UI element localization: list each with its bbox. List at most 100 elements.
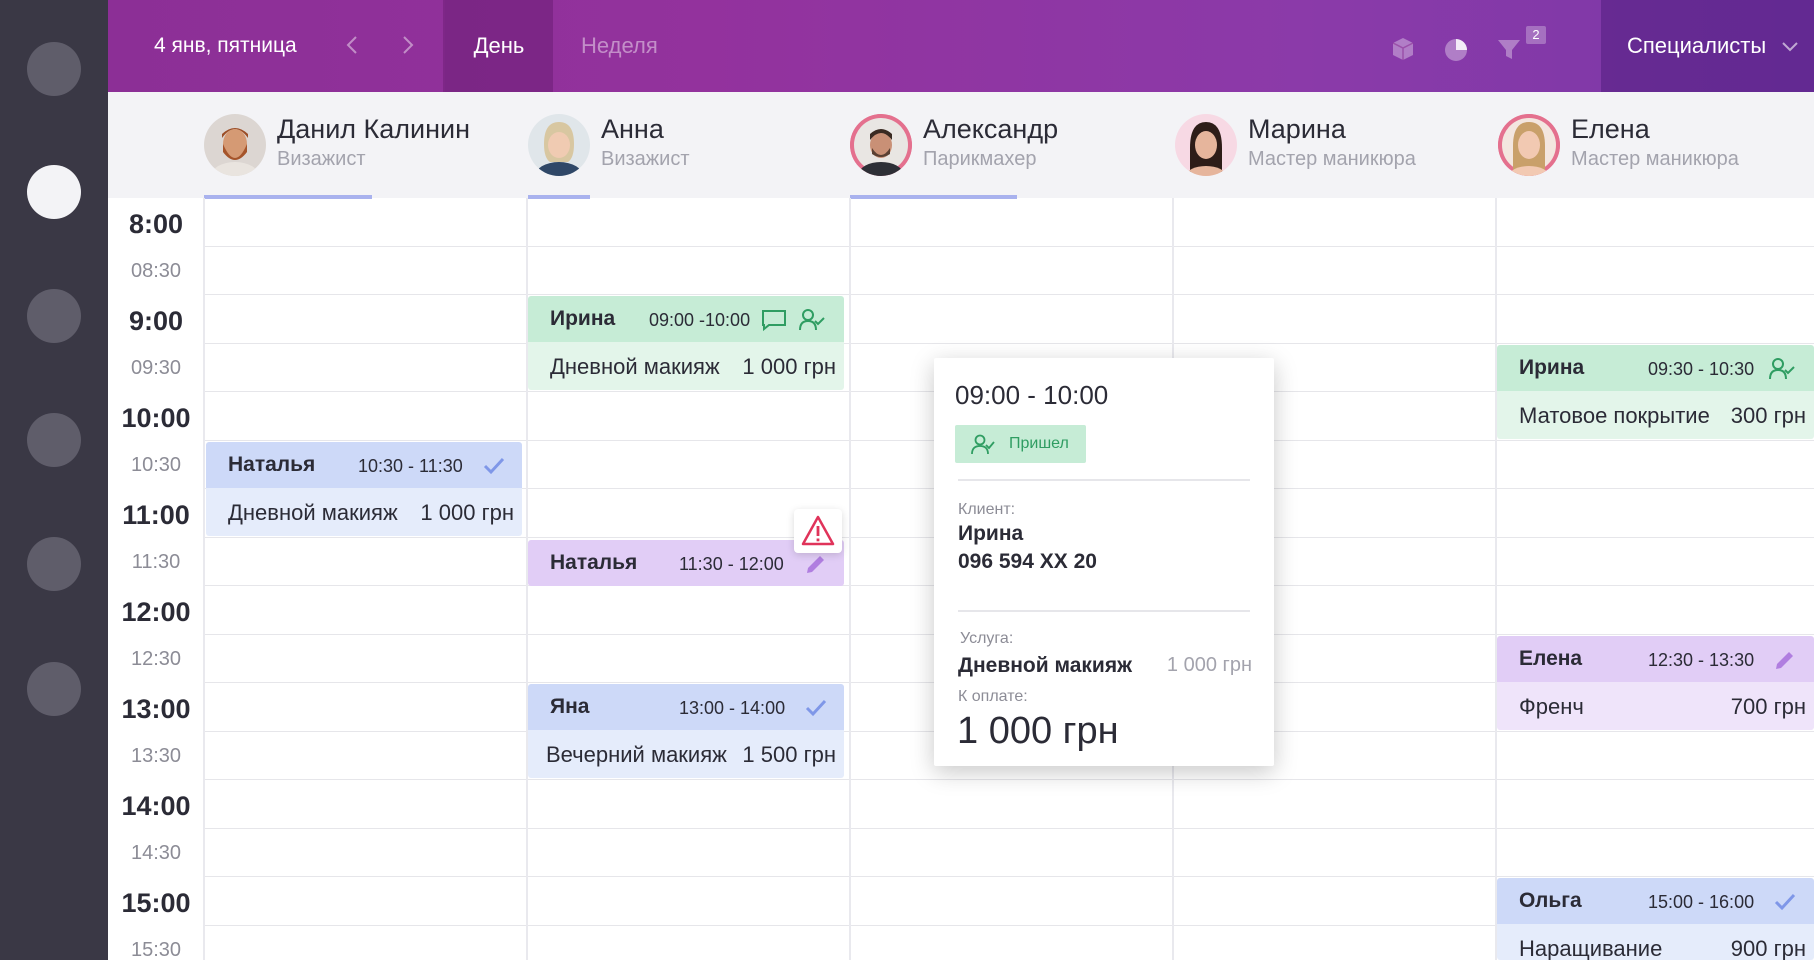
specialist-role: Визажист — [277, 148, 366, 170]
appointment-time: 11:30 - 12:00 — [679, 554, 784, 574]
client-name: Ольга — [1519, 889, 1582, 912]
avatar — [204, 114, 266, 176]
service-name: Вечерний макияж — [546, 742, 727, 767]
time-label: 15:00 — [121, 888, 191, 918]
appointment-card[interactable]: Ирина 09:00 -10:00 Дневной макияж 1 000 … — [528, 296, 844, 390]
rail-nav-item-6[interactable] — [27, 662, 81, 716]
side-rail — [0, 0, 108, 960]
next-day-chevron-right-icon[interactable] — [392, 30, 422, 60]
service-price: 700 грн — [1730, 694, 1806, 719]
time-label: 09:30 — [130, 357, 182, 379]
checkmark-icon — [480, 452, 508, 480]
specialist-card-marina[interactable]: Марина Мастер маникюра — [1175, 92, 1495, 198]
time-label: 13:30 — [130, 745, 182, 767]
edit-pencil-icon[interactable] — [1771, 646, 1799, 674]
specialists-dropdown[interactable]: Специалисты — [1601, 0, 1814, 92]
appointment-body: Вечерний макияж 1 500 грн — [528, 730, 844, 778]
appointment-body: Наращивание 900 грн — [1497, 924, 1814, 960]
grid-line — [204, 779, 1814, 780]
specialist-card-anna[interactable]: Анна Визажист — [528, 92, 848, 198]
appointment-card[interactable]: Ирина 09:30 - 10:30 Матовое покрытие 300… — [1497, 345, 1814, 439]
service-price: 1 500 грн — [742, 742, 836, 767]
specialist-card-danil[interactable]: Данил Калинин Визажист — [204, 92, 524, 198]
tab-week[interactable]: Неделя — [581, 0, 658, 92]
appointment-header: Наталья 10:30 - 11:30 — [206, 442, 522, 488]
comment-icon[interactable] — [760, 306, 788, 334]
time-label: 13:00 — [121, 694, 191, 724]
time-label: 12:30 — [130, 648, 182, 670]
specialist-name: Марина — [1248, 114, 1346, 144]
rail-nav-item-calendar[interactable] — [27, 165, 81, 219]
appointment-header: Ирина 09:00 -10:00 — [528, 296, 844, 342]
service-name: Наращивание — [1519, 936, 1663, 960]
current-date: 4 янв, пятница — [154, 34, 297, 57]
status-label: Пришел — [1009, 435, 1069, 452]
specialist-role: Мастер маникюра — [1571, 148, 1739, 170]
client-arrived-icon — [798, 306, 826, 334]
filter-icon[interactable] — [1494, 34, 1524, 64]
grid-line — [204, 876, 1814, 877]
appointment-card[interactable]: Наталья 10:30 - 11:30 Дневной макияж 1 0… — [206, 442, 522, 536]
appointment-header: Яна 13:00 - 14:00 — [528, 684, 844, 730]
checkmark-icon — [802, 694, 830, 722]
appointment-header: Елена 12:30 - 13:30 — [1497, 636, 1814, 682]
payment-label: К оплате: — [958, 688, 1028, 705]
appointment-body: Матовое покрытие 300 грн — [1497, 391, 1814, 439]
appointment-time: 12:30 - 13:30 — [1648, 650, 1755, 670]
rail-nav-item-4[interactable] — [27, 413, 81, 467]
rail-nav-item-3[interactable] — [27, 289, 81, 343]
status-badge[interactable]: Пришел — [955, 425, 1086, 463]
divider — [958, 479, 1250, 481]
client-name: Яна — [550, 695, 590, 718]
grid-line — [204, 343, 1814, 344]
client-label: Клиент: — [958, 501, 1016, 518]
time-label: 15:30 — [130, 939, 182, 960]
tab-day[interactable]: День — [445, 0, 553, 92]
appointment-details-popup: 09:00 - 10:00 Пришел Клиент: Ирина 096 5… — [934, 358, 1274, 766]
box-icon[interactable] — [1388, 34, 1418, 64]
client-name: Ирина — [550, 307, 616, 330]
pie-chart-icon[interactable] — [1441, 34, 1471, 64]
specialist-name: Елена — [1571, 114, 1650, 144]
warning-icon[interactable] — [794, 509, 842, 553]
specialist-name: Анна — [601, 114, 664, 144]
service-price: 900 грн — [1730, 936, 1806, 960]
avatar — [850, 114, 912, 176]
divider — [958, 610, 1250, 612]
specialist-card-elena[interactable]: Елена Мастер маникюра — [1498, 92, 1814, 198]
appointment-body: Дневной макияж 1 000 грн — [528, 342, 844, 390]
grid-line — [204, 246, 1814, 247]
appointment-time: 13:00 - 14:00 — [679, 698, 786, 718]
service-price: 300 грн — [1730, 403, 1806, 428]
appointment-time: 15:00 - 16:00 — [1648, 892, 1755, 912]
appointment-time: 10:30 - 11:30 — [358, 456, 463, 476]
client-phone[interactable]: 096 594 XX 20 — [958, 550, 1097, 574]
edit-pencil-icon[interactable] — [802, 550, 830, 578]
service-label: Услуга: — [960, 630, 1014, 647]
prev-day-chevron-left-icon[interactable] — [338, 30, 368, 60]
client-name: Елена — [1519, 647, 1583, 670]
column-divider — [849, 198, 851, 960]
specialist-role: Визажист — [601, 148, 690, 170]
specialist-card-aleksandr[interactable]: Александр Парикмахер — [850, 92, 1170, 198]
service-price: 1 000 грн — [420, 500, 514, 525]
payment-total: 1 000 грн — [957, 710, 1119, 752]
checkmark-icon — [1771, 888, 1799, 916]
client-arrived-icon — [971, 434, 995, 455]
top-bar: 4 янв, пятница День Неделя 2 Специалисты — [108, 0, 1814, 92]
service-name: Дневной макияж — [228, 500, 398, 525]
appointment-time: 09:00 -10:00 — [649, 310, 751, 330]
rail-nav-item-5[interactable] — [27, 537, 81, 591]
time-label: 11:00 — [122, 500, 190, 530]
appointment-card[interactable]: Елена 12:30 - 13:30 Френч 700 грн — [1497, 636, 1814, 730]
service-name: Дневной макияж — [550, 354, 720, 379]
specialist-name: Данил Калинин — [277, 114, 471, 144]
service-price: 1 000 грн — [1166, 654, 1252, 676]
rail-nav-item-1[interactable] — [27, 42, 81, 96]
time-label: 11:30 — [131, 551, 181, 573]
appointment-card[interactable]: Яна 13:00 - 14:00 Вечерний макияж 1 500 … — [528, 684, 844, 778]
appointment-card[interactable]: Ольга 15:00 - 16:00 Наращивание 900 грн — [1497, 878, 1814, 960]
avatar — [1498, 114, 1560, 176]
time-label: 14:30 — [130, 842, 182, 864]
client-name: Ирина — [1519, 356, 1585, 379]
